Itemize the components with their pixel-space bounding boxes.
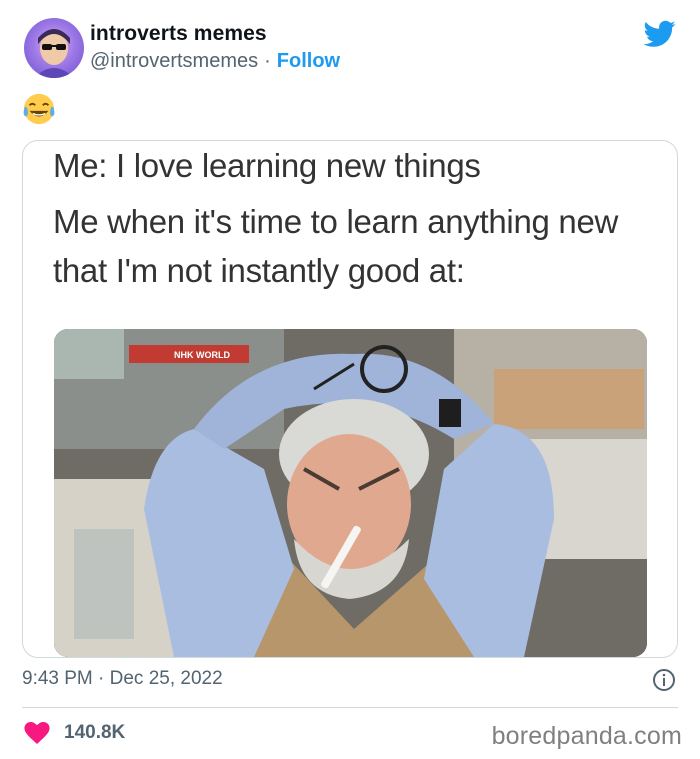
meme-photo: NHK WORLD (54, 329, 647, 657)
tweet-timestamp[interactable]: 9:43 PM · Dec 25, 2022 (22, 668, 223, 690)
watermark: boredpanda.com (491, 722, 682, 750)
follow-link[interactable]: Follow (277, 50, 340, 72)
info-icon[interactable] (652, 668, 676, 692)
author-handle[interactable]: @introvertsmemes (90, 50, 258, 72)
photo-illustration: NHK WORLD (54, 329, 647, 657)
divider (22, 707, 678, 708)
handle-row: @introvertsmemes · Follow (90, 50, 340, 73)
twitter-bird-icon[interactable] (644, 20, 676, 48)
meme-line-2: Me when it's time to learn anything new … (53, 203, 619, 289)
avatar[interactable] (24, 18, 84, 78)
tears-of-joy-emoji (23, 93, 55, 125)
like-count: 140.8K (64, 722, 126, 743)
photo-caption: NHK WORLD (174, 350, 230, 360)
author-name[interactable]: introverts memes (90, 22, 267, 46)
media-card[interactable]: Me: I love learning new things Me when i… (22, 140, 678, 658)
avatar-image (34, 29, 74, 78)
meme-line-1: Me: I love learning new things (53, 147, 481, 184)
separator: · (264, 50, 271, 72)
heart-icon[interactable] (24, 722, 50, 744)
